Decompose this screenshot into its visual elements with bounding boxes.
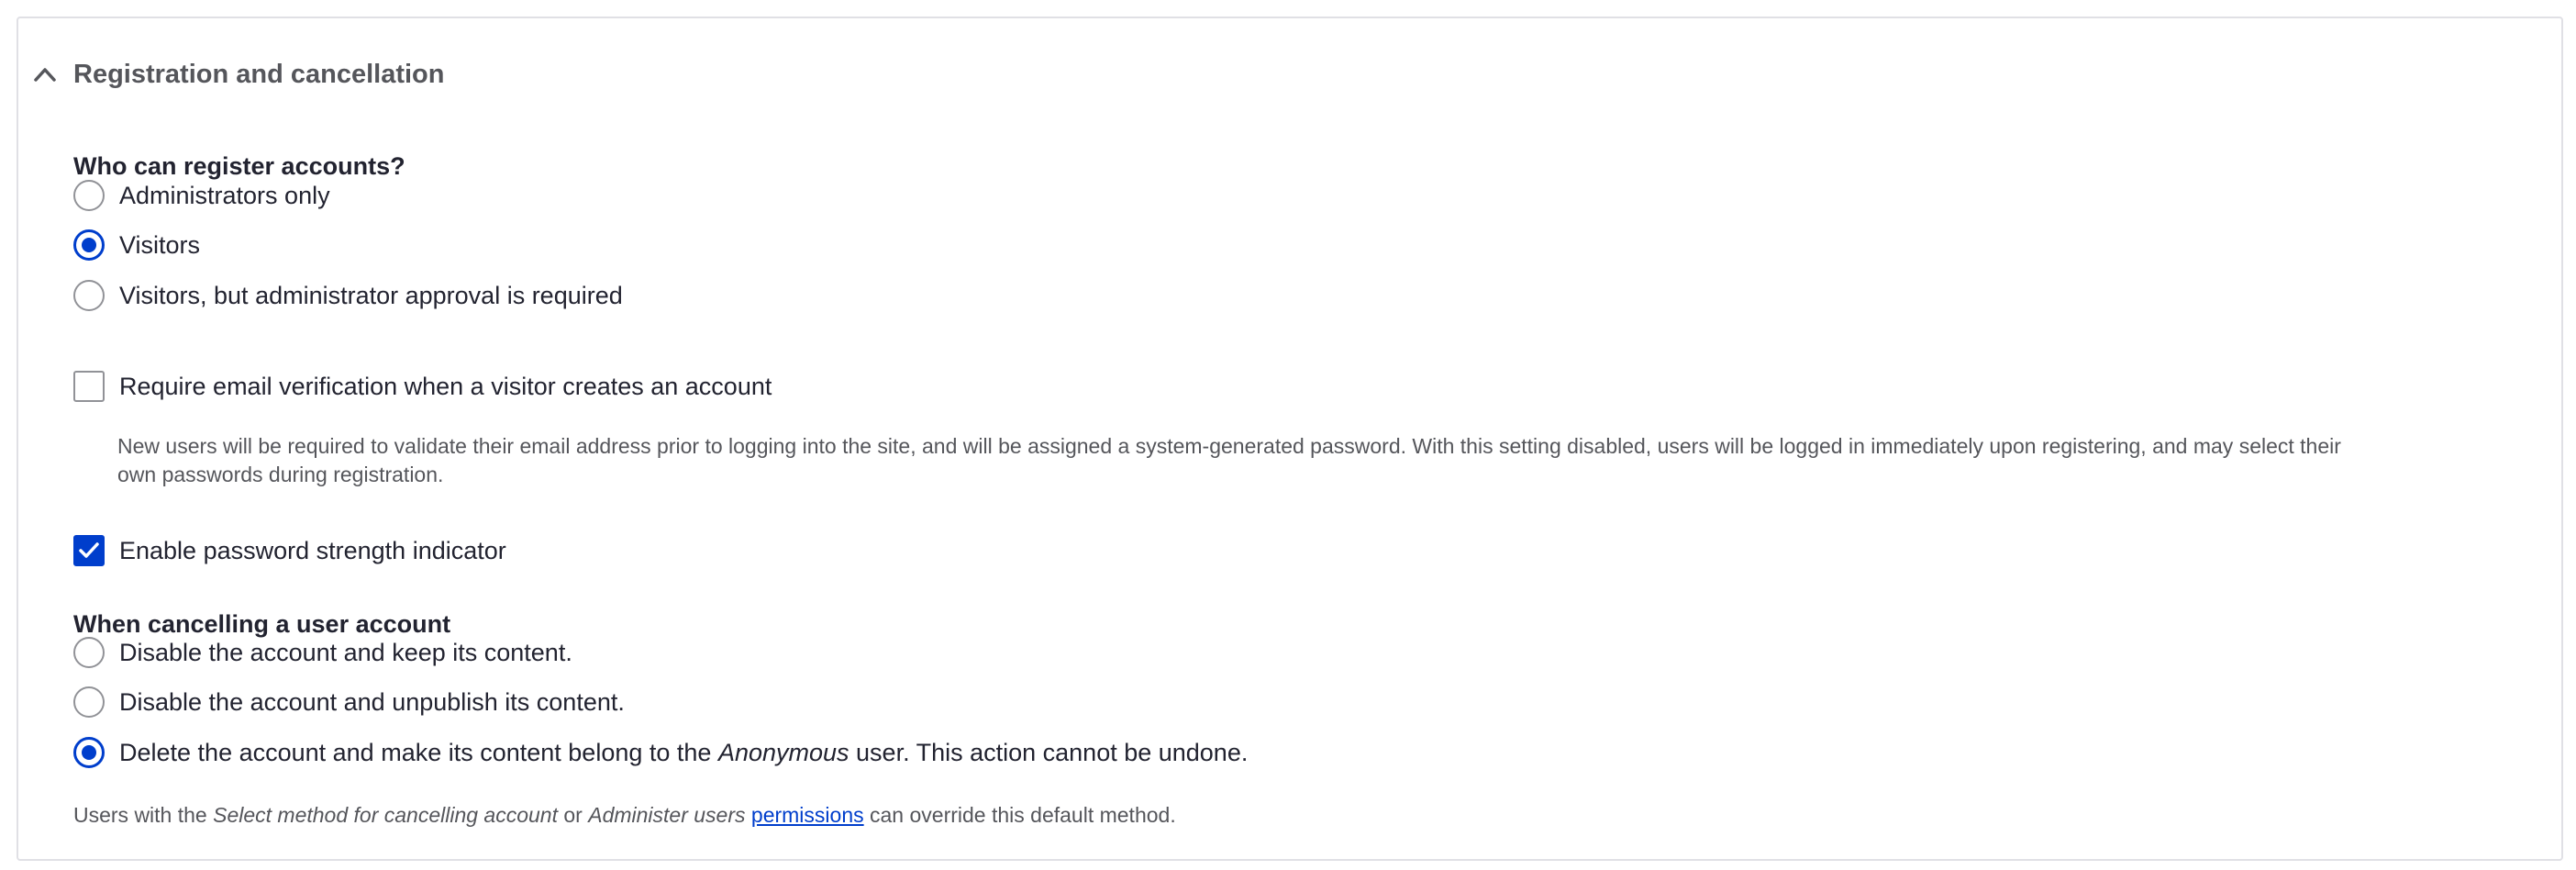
radio-disable-unpublish[interactable]	[73, 686, 105, 718]
cancellation-option-delete[interactable]: Delete the account and make its content …	[73, 737, 1248, 768]
cancellation-option-unpublish[interactable]: Disable the account and unpublish its co…	[73, 686, 625, 718]
registration-option-visitors[interactable]: Visitors	[73, 229, 200, 261]
permissions-link[interactable]: permissions	[751, 803, 864, 827]
registration-option-visitors-approval[interactable]: Visitors, but administrator approval is …	[73, 280, 623, 311]
details-panel: Registration and cancellation Who can re…	[17, 17, 2563, 861]
password-strength-row[interactable]: Enable password strength indicator	[73, 535, 506, 566]
cancellation-option-keep[interactable]: Disable the account and keep its content…	[73, 637, 572, 668]
radio-label[interactable]: Disable the account and keep its content…	[119, 639, 572, 667]
checkbox-label[interactable]: Enable password strength indicator	[119, 537, 506, 565]
cancellation-heading: When cancelling a user account	[73, 610, 451, 638]
radio-label[interactable]: Visitors	[119, 231, 200, 260]
registration-option-administrators[interactable]: Administrators only	[73, 180, 330, 211]
radio-label[interactable]: Administrators only	[119, 182, 330, 210]
radio-disable-keep[interactable]	[73, 637, 105, 668]
email-verification-checkbox[interactable]	[73, 371, 105, 402]
section-title: Registration and cancellation	[73, 59, 445, 89]
email-verification-row[interactable]: Require email verification when a visito…	[73, 371, 772, 402]
radio-label[interactable]: Visitors, but administrator approval is …	[119, 282, 623, 310]
password-strength-checkbox[interactable]	[73, 535, 105, 566]
description-line: New users will be required to validate t…	[117, 434, 2341, 458]
checkbox-label[interactable]: Require email verification when a visito…	[119, 373, 772, 401]
checkmark-icon	[79, 542, 99, 558]
cancellation-help: Users with the Select method for cancell…	[73, 803, 1176, 827]
radio-visitors[interactable]	[73, 229, 105, 261]
registration-heading: Who can register accounts?	[73, 152, 405, 180]
chevron-up-icon	[31, 61, 59, 88]
radio-label[interactable]: Disable the account and unpublish its co…	[119, 688, 625, 717]
section-toggle[interactable]: Registration and cancellation	[31, 42, 444, 106]
radio-label[interactable]: Delete the account and make its content …	[119, 739, 1248, 767]
description-line: own passwords during registration.	[117, 463, 444, 486]
radio-administrators-only[interactable]	[73, 180, 105, 211]
radio-visitors-approval[interactable]	[73, 280, 105, 311]
radio-delete-anonymous[interactable]	[73, 737, 105, 768]
email-verification-description: New users will be required to validate t…	[117, 432, 2341, 489]
